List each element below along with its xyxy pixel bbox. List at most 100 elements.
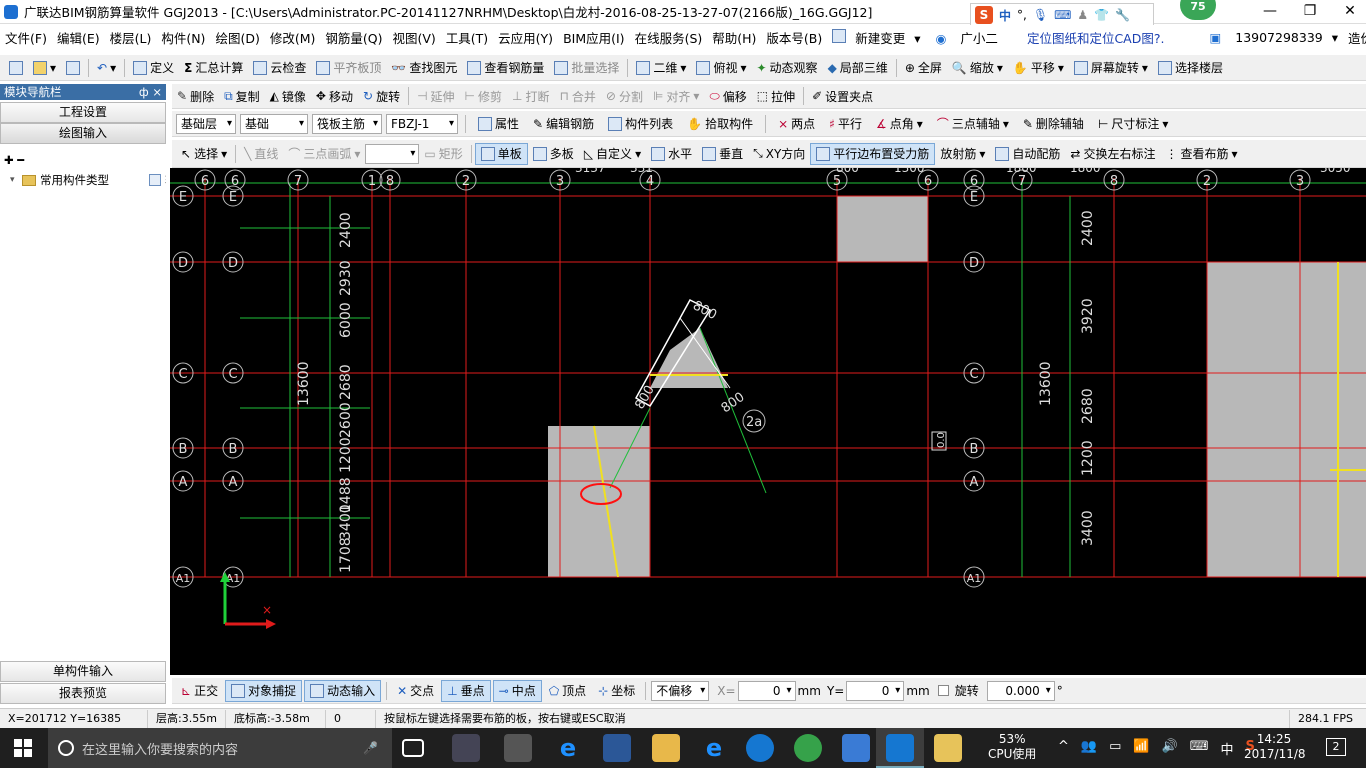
three-point-arc-button[interactable]: ⌒ 三点画弧 ▾: [283, 143, 365, 165]
move-button[interactable]: ✥ 移动: [311, 85, 358, 107]
trim-button[interactable]: ⊢ 修剪: [460, 85, 507, 107]
edge-icon[interactable]: e: [554, 734, 582, 762]
ime-mode[interactable]: 中: [999, 7, 1011, 24]
component-list-button[interactable]: 构件列表: [603, 113, 678, 135]
collapse-icon[interactable]: ▾: [10, 172, 22, 188]
cad-notice[interactable]: 定位图纸和定位CAD图?.: [1022, 28, 1170, 47]
menu-rebar-qty[interactable]: 钢筋量(Q): [320, 28, 387, 47]
top-view-button[interactable]: 俯视 ▾: [691, 57, 751, 79]
restore-icon[interactable]: ❐: [1290, 0, 1330, 24]
windows-start-icon[interactable]: [14, 739, 32, 757]
punctuation-icon[interactable]: °,: [1017, 8, 1027, 22]
drawing-input-button[interactable]: 绘图输入: [0, 123, 166, 144]
rotate-checkbox[interactable]: [937, 685, 949, 696]
menu-online[interactable]: 在线服务(S): [630, 28, 708, 47]
dynamic-input-button[interactable]: 动态输入: [304, 679, 382, 702]
minimize-icon[interactable]: —: [1250, 0, 1290, 24]
offset-button[interactable]: ⬭ 偏移: [704, 85, 751, 107]
floor-select[interactable]: 基础层: [176, 113, 236, 134]
align-button[interactable]: ⊫ 对齐 ▾: [648, 85, 705, 107]
slab-lower-left[interactable]: [548, 426, 650, 577]
app-helper-icon[interactable]: [504, 734, 532, 762]
collapse-all-icon[interactable]: ━: [17, 152, 24, 168]
edit-rebar-button[interactable]: ✎ 编辑钢筋: [528, 113, 599, 135]
set-grip-button[interactable]: ✐ 设置夹点: [807, 85, 878, 107]
dimension-button[interactable]: ⊢ 尺寸标注 ▾: [1093, 113, 1174, 135]
line-button[interactable]: ╲ 直线: [239, 143, 283, 165]
extend-button[interactable]: ⊣ 延伸: [412, 85, 459, 107]
ime-toolbar[interactable]: S 中 °, 🎙 ⌨ ♟ 👕 🔧: [970, 3, 1154, 27]
task-view-icon[interactable]: [402, 739, 424, 757]
vertex-snap-button[interactable]: ⬠ 顶点: [544, 680, 591, 702]
two-point-axis-button[interactable]: ⨯ 两点: [773, 113, 820, 135]
slab-triangle[interactable]: [650, 328, 728, 388]
break-button[interactable]: ⊥ 打断: [507, 85, 554, 107]
notification-center[interactable]: 2: [1326, 738, 1346, 756]
rotate-button[interactable]: ↻ 旋转: [358, 85, 405, 107]
browser-360-icon[interactable]: [794, 734, 822, 762]
offset-select[interactable]: 不偏移: [651, 680, 710, 701]
tree-item[interactable]: 轴网(J): [109, 172, 166, 188]
user-icon[interactable]: ♟: [1077, 8, 1088, 22]
code-select[interactable]: FBZJ-1: [386, 113, 458, 134]
slab-right[interactable]: [1207, 262, 1366, 577]
menu-component[interactable]: 构件(N): [156, 28, 210, 47]
stretch-button[interactable]: ⬚ 拉伸: [752, 85, 800, 107]
ortho-button[interactable]: ⊾ 正交: [176, 680, 223, 702]
copy-button[interactable]: ⧉ 复制: [219, 85, 265, 107]
select-button[interactable]: ↖ 选择 ▾: [176, 143, 232, 165]
rectangle-button[interactable]: ▭ 矩形: [419, 143, 467, 165]
store-icon[interactable]: [603, 734, 631, 762]
clock[interactable]: 14:25 2017/11/8: [1244, 732, 1306, 762]
tray-chevron-icon[interactable]: ^: [1058, 739, 1069, 758]
mirror-button[interactable]: ◭ 镜像: [265, 85, 311, 107]
menu-version[interactable]: 版本号(B): [761, 28, 827, 47]
phone-account[interactable]: ▣ 13907298339 ▾: [1199, 30, 1343, 45]
microphone-icon[interactable]: 🎤: [363, 741, 378, 755]
xy-direction-button[interactable]: ⤡ XY方向: [748, 143, 810, 165]
tray-ime[interactable]: 中: [1221, 739, 1234, 758]
calendar-app-icon[interactable]: [842, 734, 870, 762]
wrench-icon[interactable]: 🔧: [1115, 8, 1130, 22]
ggj-app-icon[interactable]: [886, 734, 914, 762]
object-snap-button[interactable]: 对象捕捉: [225, 679, 303, 702]
glodon-g-icon[interactable]: [746, 734, 774, 762]
2d-view-button[interactable]: 二维 ▾: [631, 57, 691, 79]
taskbar-search[interactable]: 在这里输入你要搜索的内容 🎤: [48, 728, 392, 768]
draw-mode-select[interactable]: [365, 143, 420, 164]
cloud-check-button[interactable]: 云检查: [248, 57, 311, 79]
keyboard-icon[interactable]: ⌨: [1054, 8, 1071, 22]
merge-button[interactable]: ⊓ 合并: [554, 85, 600, 107]
tray-monitor-icon[interactable]: ▭: [1109, 739, 1121, 758]
menu-modify[interactable]: 修改(M): [265, 28, 321, 47]
dynamic-view-button[interactable]: ✦ 动态观察: [751, 57, 822, 79]
auto-rebar-button[interactable]: 自动配筋: [990, 143, 1065, 165]
explorer-icon[interactable]: [652, 734, 680, 762]
notes-app-icon[interactable]: [934, 734, 962, 762]
pick-component-button[interactable]: ✋ 拾取构件: [682, 113, 758, 135]
nav-pin-close[interactable]: ф ×: [139, 85, 162, 99]
multi-board-button[interactable]: 多板: [528, 143, 579, 165]
delete-button[interactable]: ✎ 删除: [172, 85, 219, 107]
parallel-edge-rebar-button[interactable]: 平行边布置受力筋: [810, 142, 936, 165]
align-board-top-button[interactable]: 平齐板顶: [311, 57, 386, 79]
app-fan-icon[interactable]: [452, 734, 480, 762]
menu-assistant[interactable]: ◉ 广小二: [926, 28, 1008, 47]
view-rebar-qty-button[interactable]: 查看钢筋量: [462, 57, 549, 79]
menu-view[interactable]: 视图(V): [387, 28, 440, 47]
select-floor-button[interactable]: 选择楼层: [1153, 57, 1228, 79]
three-point-axis-button[interactable]: ⌒ 三点辅轴 ▾: [932, 113, 1014, 135]
single-component-input-button[interactable]: 单构件输入: [0, 661, 166, 682]
ie-icon[interactable]: e: [700, 734, 728, 762]
tree-item[interactable]: ▾ 常用构件类型: [0, 172, 109, 188]
rotate-screen-button[interactable]: 屏幕旋转 ▾: [1069, 57, 1153, 79]
tray-keyboard-icon[interactable]: ⌨: [1190, 739, 1209, 758]
menu-new-change[interactable]: 新建变更 ▾: [827, 28, 925, 47]
category-select[interactable]: 基础: [240, 113, 308, 134]
define-button[interactable]: 定义: [128, 57, 179, 79]
new-file-button[interactable]: [4, 57, 28, 79]
point-angle-button[interactable]: ∡ 点角 ▾: [871, 113, 928, 135]
slab-top-right[interactable]: [837, 196, 928, 262]
menu-draw[interactable]: 绘图(D): [210, 28, 264, 47]
properties-button[interactable]: 属性: [473, 113, 524, 135]
